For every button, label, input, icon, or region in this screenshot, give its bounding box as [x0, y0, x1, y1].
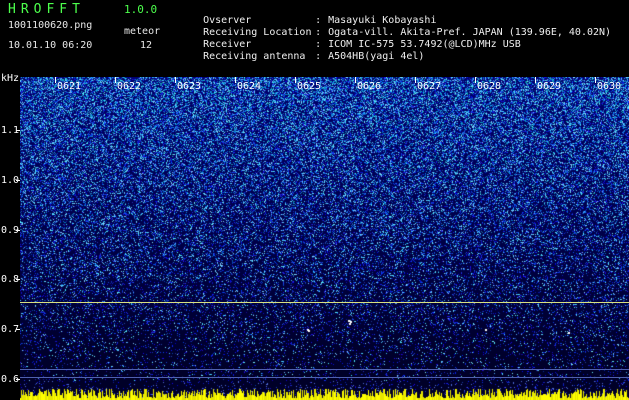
reference-line: [20, 377, 629, 378]
x-tick: [535, 77, 536, 83]
y-tick: [16, 130, 20, 131]
x-tick-label: 0624: [237, 81, 262, 92]
x-tick-label: 0621: [57, 81, 82, 92]
x-tick-label: 0627: [417, 81, 442, 92]
x-tick: [235, 77, 236, 83]
x-tick-label: 0629: [537, 81, 562, 92]
x-tick-label: 0626: [357, 81, 382, 92]
app-version: 1.0.0: [124, 3, 158, 16]
y-tick: [16, 279, 20, 280]
info-label: Receiving antenna: [203, 51, 306, 62]
info-colon: :: [315, 51, 322, 62]
y-tick: [16, 329, 20, 330]
hrofft-window: HROFFT 1.0.0 1001100620.png meteor 10.01…: [0, 0, 629, 400]
spectrogram-plot: [20, 77, 629, 400]
x-tick-label: 0625: [297, 81, 322, 92]
x-tick-label: 0623: [177, 81, 202, 92]
x-tick: [595, 77, 596, 83]
reference-line: [20, 369, 629, 370]
x-tick: [355, 77, 356, 83]
y-tick: [16, 230, 20, 231]
x-tick-label: 0628: [477, 81, 502, 92]
meteor-count: 12: [140, 40, 153, 51]
x-tick: [175, 77, 176, 83]
x-tick: [475, 77, 476, 83]
app-logo: HROFFT: [8, 2, 85, 17]
x-tick: [55, 77, 56, 83]
x-tick: [115, 77, 116, 83]
x-tick: [415, 77, 416, 83]
meteor-label: meteor: [124, 26, 161, 37]
y-tick: [16, 180, 20, 181]
y-axis-unit: kHz: [1, 73, 20, 84]
file-name: 1001100620.png: [8, 20, 93, 31]
info-value: A504HB(yagi 4el): [328, 51, 425, 62]
x-tick-label: 0630: [597, 81, 622, 92]
timestamp: 10.01.10 06:20: [8, 40, 93, 51]
carrier-line: [20, 302, 629, 303]
y-tick: [16, 379, 20, 380]
x-tick-label: 0622: [117, 81, 142, 92]
x-tick: [295, 77, 296, 83]
info-row-antenna: Receiving antenna: A504HB(yagi 4el): [179, 40, 424, 73]
